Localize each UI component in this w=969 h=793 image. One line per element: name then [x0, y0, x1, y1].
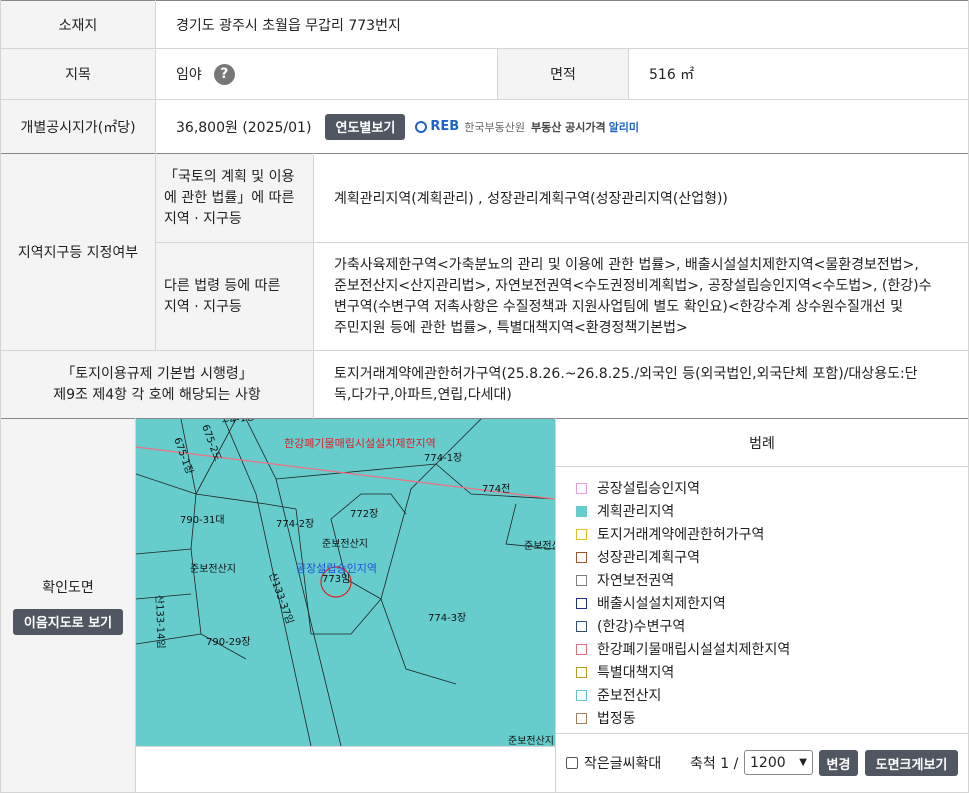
legend-label: 공장설립승인지역: [597, 481, 701, 497]
parcel-774-2-label: 774-2장: [276, 518, 314, 530]
legend-swatch: [576, 643, 587, 655]
legend-label: 법정동: [597, 711, 636, 727]
parcel-772-label: 772장: [350, 508, 378, 520]
enforcement-label: 「토지이용규제 기본법 시행령」 제9조 제4항 각 호에 해당되는 사항: [1, 351, 313, 418]
legend-item: 한강폐기물매립시설설치제한지역: [576, 639, 790, 659]
reb-org: 한국부동산원: [464, 120, 525, 134]
legend-swatch: [576, 666, 587, 678]
legend-item: 준보전산지: [576, 685, 661, 705]
reb-logo: REB: [430, 119, 460, 134]
scale-select[interactable]: 1200 ▼: [744, 750, 813, 775]
reb-logo-icon: [415, 120, 428, 133]
map-section-label: 확인도면: [42, 579, 94, 596]
legend-item: 법정동: [576, 708, 636, 728]
zoning-label: 지역지구등 지정여부: [1, 154, 155, 350]
legend-item: 특별대책지역: [576, 662, 674, 682]
chevron-down-icon: ▼: [799, 757, 807, 768]
zoning-national-label: 「국토의 계획 및 이용 에 관한 법률」에 따른 지역 · 지구등: [156, 154, 313, 242]
legend-swatch: [576, 505, 587, 517]
change-scale-button[interactable]: 변경: [819, 750, 858, 776]
area-label: 면적: [498, 49, 628, 99]
legend-swatch: [576, 551, 587, 563]
enlarge-map-button[interactable]: 도면크게보기: [865, 750, 958, 776]
official-price-label: 개별공시지가(㎡당): [1, 100, 155, 153]
legend-label: 자연보전권역: [597, 573, 675, 589]
land-category-value: 임야 ?: [156, 49, 497, 99]
legend-swatch: [576, 712, 587, 724]
legend-label: 토지거래계약에관한허가구역: [597, 527, 765, 543]
land-map[interactable]: 한강폐기물매립시설설치제한지역 공장설립승인지역 773임 774-1장 774…: [136, 419, 555, 746]
legend-item: 토지거래계약에관한허가구역: [576, 524, 764, 544]
help-icon[interactable]: ?: [213, 63, 235, 85]
legend-item: 배출시설설치제한지역: [576, 593, 726, 613]
legend-swatch: [576, 528, 587, 540]
legend-item: 공장설립승인지역: [576, 478, 700, 498]
forest-label-1: 준보전산지: [322, 538, 368, 550]
map-section-label-cell: 확인도면 이음지도로 보기: [1, 419, 135, 792]
parcel-774-1-label: 774-1장: [424, 452, 462, 464]
small-text-zoom-checkbox[interactable]: [566, 757, 578, 769]
land-map-svg[interactable]: 한강폐기물매립시설설치제한지역 공장설립승인지역 773임 774-1장 774…: [136, 419, 555, 746]
small-text-zoom-option[interactable]: 작은글씨확대: [566, 747, 661, 779]
parcel-790-31-label: 790-31대: [180, 514, 225, 526]
legend-item: (한강)수변구역: [576, 616, 685, 636]
parcel-774-3-label: 774-3장: [428, 612, 466, 624]
land-category-label: 지목: [1, 49, 155, 99]
location-value: 경기도 광주시 초월읍 무갑리 773번지: [176, 17, 401, 34]
legend-label: 한강폐기물매립시설설치제한지역: [597, 642, 791, 658]
parcel-790-29-label: 790-29장: [206, 636, 251, 648]
parcel-773-label: 773임: [322, 572, 350, 585]
zoning-other-value: 가축사육제한구역<가축분뇨의 관리 및 이용에 관한 법률>, 배출시설설치제한…: [334, 256, 932, 336]
reb-service: 부동산 공시가격: [530, 120, 606, 134]
zoning-national-value: 계획관리지역(계획관리) , 성장관리계획구역(성장관리지역(산업형)): [334, 191, 728, 207]
reb-link[interactable]: REB 한국부동산원 부동산 공시가격 알리미: [415, 119, 639, 135]
legend-swatch: [576, 597, 587, 609]
legend-label: 계획관리지역: [597, 504, 675, 520]
open-map-button[interactable]: 이음지도로 보기: [13, 608, 123, 635]
reb-service-accent: 알리미: [608, 120, 639, 134]
legend-item: 자연보전권역: [576, 570, 674, 590]
legend-swatch: [576, 620, 587, 632]
legend-item: 계획관리지역: [576, 501, 674, 521]
legend-swatch: [576, 574, 587, 586]
legend-swatch: [576, 689, 587, 701]
restriction-zone-map-label: 한강폐기물매립시설설치제한지역: [284, 437, 436, 450]
area-value: 516 ㎡: [649, 67, 695, 83]
legend-label: 특별대책지역: [597, 665, 675, 681]
small-text-zoom-label: 작은글씨확대: [584, 756, 662, 772]
legend-swatch: [576, 482, 587, 494]
legend-label: 배출시설설치제한지역: [597, 596, 726, 612]
forest-label-3: 준보전산지: [524, 540, 555, 552]
legend-label: 성장관리계획구역: [597, 550, 701, 566]
legend-label: 준보전산지: [597, 688, 662, 704]
zoning-other-label: 다른 법령 등에 따른 지역 · 지구등: [156, 243, 313, 350]
official-price-row: 36,800원 (2025/01) 연도별보기 REB 한국부동산원 부동산 공…: [156, 100, 968, 153]
forest-label-2: 준보전산지: [190, 563, 236, 575]
legend-item: 성장관리계획구역: [576, 547, 700, 567]
forest-label-4: 준보전산지: [508, 735, 554, 746]
legend-title: 범례: [556, 419, 968, 466]
yearly-view-button[interactable]: 연도별보기: [325, 113, 406, 140]
scale-label: 축척 1 /: [690, 756, 739, 772]
parcel-774-label: 774전: [482, 483, 510, 495]
location-label: 소재지: [1, 1, 155, 48]
scale-select-value: 1200: [750, 754, 786, 771]
official-price-value: 36,800원 (2025/01): [176, 119, 312, 136]
enforcement-value: 토지거래계약에관한허가구역(25.8.26.~26.8.25./외국인 등(외국…: [334, 365, 918, 403]
legend-label: (한강)수변구역: [597, 619, 686, 635]
